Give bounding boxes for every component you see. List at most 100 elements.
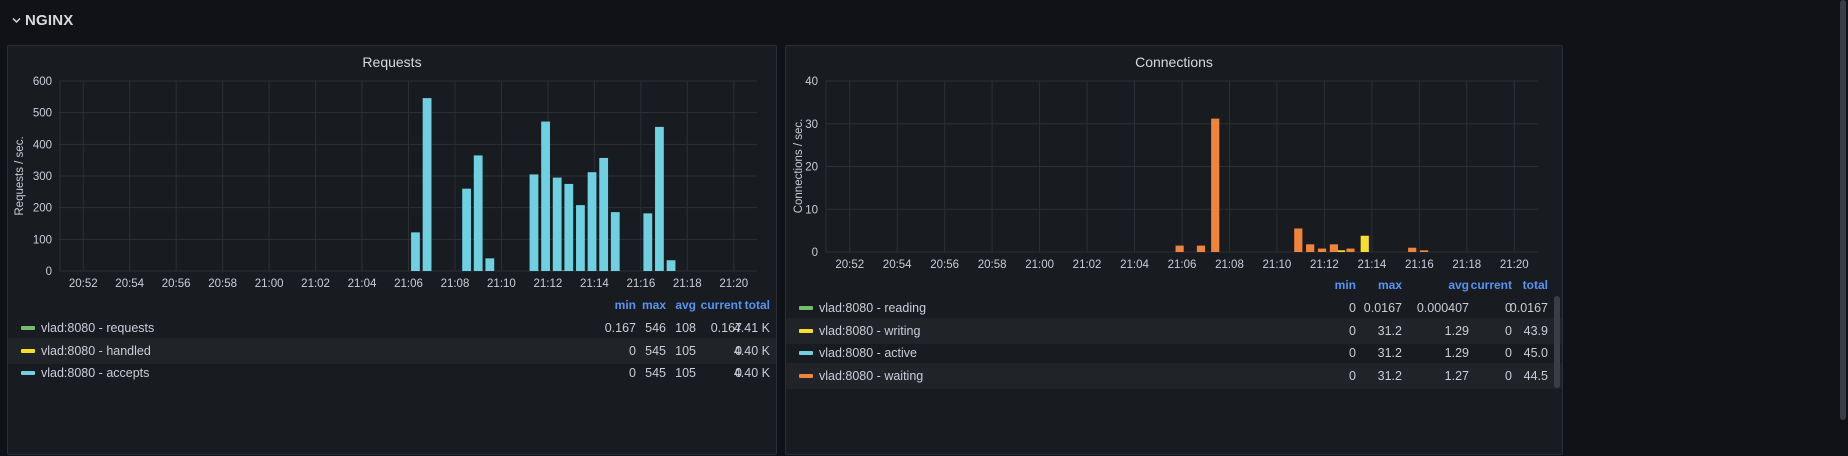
legend-header-total[interactable]: total: [1508, 275, 1548, 295]
y-tick-label: 300: [33, 171, 52, 183]
connections-chart: 0 10 20 30 40 20:52 20:54 20:56 20:58 21:00 21:02 2…: [793, 76, 1538, 271]
legend-color-swatch[interactable]: [21, 326, 35, 330]
bar-vlad-8080-waiting[interactable]: [1196, 245, 1206, 252]
bar-vlad-8080-waiting[interactable]: [1419, 250, 1429, 252]
bar-vlad-8080-accepts[interactable]: [655, 126, 664, 272]
row-header-nginx[interactable]: NGINX: [0, 0, 1848, 40]
bar-vlad-8080-accepts[interactable]: [473, 155, 483, 271]
y-tick-label: 40: [805, 76, 818, 88]
x-tick-label: 20:56: [930, 259, 959, 271]
x-tick-label: 21:20: [1500, 259, 1529, 271]
legend-header: min max avg current total: [8, 295, 776, 315]
legend-color-swatch[interactable]: [799, 373, 813, 378]
legend-row[interactable]: vlad:8080 - waiting 0 31.2 1.27 0 44.5: [786, 362, 1562, 389]
bar-vlad-8080-accepts[interactable]: [462, 188, 471, 271]
page-scrollbar[interactable]: [1840, 0, 1846, 420]
x-tick-label: 20:54: [883, 259, 912, 271]
bar-vlad-8080-waiting[interactable]: [1329, 244, 1338, 252]
y-tick-label: 400: [33, 139, 52, 151]
x-tick-label: 21:08: [1215, 259, 1244, 271]
x-tick-label: 21:02: [1073, 259, 1102, 271]
x-tick-label: 21:10: [1263, 259, 1292, 271]
bar-vlad-8080-accepts[interactable]: [643, 213, 653, 271]
bar-vlad-8080-accepts[interactable]: [485, 258, 495, 271]
x-tick-label: 21:06: [1168, 259, 1197, 271]
x-tick-label: 21:14: [1357, 259, 1386, 271]
y-tick-label: 600: [33, 76, 52, 88]
x-tick-label: 21:02: [301, 278, 330, 290]
x-tick-label: 21:18: [673, 278, 702, 290]
requests-legend: min max avg current total vlad:8080 - re…: [8, 295, 776, 385]
legend-color-swatch[interactable]: [799, 351, 813, 355]
bar-vlad-8080-accepts[interactable]: [599, 157, 609, 271]
bar-vlad-8080-waiting[interactable]: [1346, 248, 1355, 252]
y-tick-label: 0: [46, 266, 52, 278]
bar-vlad-8080-accepts[interactable]: [411, 232, 420, 271]
legend-value-total: 44.5: [1523, 368, 1548, 383]
bar-vlad-8080-accepts[interactable]: [564, 183, 574, 271]
bar-vlad-8080-waiting[interactable]: [1317, 248, 1327, 252]
bar-vlad-8080-accepts[interactable]: [610, 212, 620, 271]
chevron-down-icon[interactable]: [9, 17, 23, 24]
x-tick-label: 21:04: [348, 278, 377, 290]
y-axis-label: Connections / sec.: [793, 119, 805, 214]
y-axis-label: Requests / sec.: [14, 136, 26, 215]
y-tick-label: 20: [805, 162, 818, 174]
bar-vlad-8080-waiting[interactable]: [1175, 245, 1184, 252]
x-tick-label: 21:14: [580, 278, 609, 290]
x-tick-label: 20:56: [162, 278, 191, 290]
legend-row[interactable]: vlad:8080 - accepts 0 545 105 0 4.40 K: [8, 360, 776, 386]
legend-color-swatch[interactable]: [799, 306, 813, 310]
legend-series-name[interactable]: vlad:8080 - waiting: [819, 363, 923, 389]
bar-vlad-8080-accepts[interactable]: [576, 205, 585, 271]
legend-color-swatch[interactable]: [21, 348, 35, 353]
bar-vlad-8080-accepts[interactable]: [587, 172, 597, 271]
y-tick-label: 10: [805, 204, 818, 216]
bar-vlad-8080-accepts[interactable]: [541, 121, 550, 272]
connections-legend: min max avg current total vlad:8080 - re…: [786, 275, 1562, 389]
row-title: NGINX: [25, 11, 74, 29]
x-tick-label: 21:00: [1025, 259, 1054, 271]
requests-chart: 0 100 200 300 400 500 600 20:52 20:54 20:56 20:58 2…: [14, 76, 757, 290]
x-tick-label: 21:06: [394, 278, 423, 290]
legend-header-min[interactable]: min: [1316, 275, 1356, 295]
bar-vlad-8080-waiting[interactable]: [1294, 228, 1303, 252]
x-tick-label: 21:20: [719, 278, 748, 290]
x-tick-label: 20:52: [835, 259, 864, 271]
legend-series-name[interactable]: vlad:8080 - accepts: [41, 360, 149, 386]
bar-vlad-8080-accepts[interactable]: [666, 260, 676, 271]
bar-vlad-8080-accepts[interactable]: [552, 177, 562, 271]
y-tick-label: 30: [805, 119, 818, 131]
y-tick-label: 100: [33, 234, 52, 246]
bar-vlad-8080-writing[interactable]: [1336, 250, 1346, 252]
x-tick-label: 21:12: [1310, 259, 1339, 271]
legend-scrollbar[interactable]: [1554, 296, 1560, 388]
bar-vlad-8080-writing[interactable]: [1360, 235, 1369, 252]
x-tick-label: 21:10: [487, 278, 516, 290]
x-tick-label: 21:16: [626, 278, 655, 290]
requests-panel: Requests 0 100 200 300 400 500 600 20:52 20:54 20…: [7, 45, 777, 455]
y-tick-label: 200: [33, 203, 52, 215]
x-tick-label: 21:12: [534, 278, 563, 290]
bar-vlad-8080-waiting[interactable]: [1211, 118, 1220, 253]
legend-header: min max avg current total: [786, 275, 1562, 295]
legend-color-swatch[interactable]: [799, 328, 813, 333]
legend-color-swatch[interactable]: [21, 371, 35, 375]
bar-vlad-8080-accepts[interactable]: [422, 98, 432, 271]
x-tick-label: 21:18: [1452, 259, 1481, 271]
x-tick-label: 21:04: [1120, 259, 1149, 271]
legend-header-max[interactable]: max: [1362, 275, 1402, 295]
bar-vlad-8080-waiting[interactable]: [1408, 247, 1417, 252]
legend-header-total[interactable]: total: [730, 295, 770, 315]
bar-vlad-8080-waiting[interactable]: [1306, 244, 1315, 252]
bar-vlad-8080-accepts[interactable]: [529, 174, 539, 271]
x-tick-label: 20:58: [208, 278, 237, 290]
x-tick-label: 20:52: [69, 278, 98, 290]
legend-header-current[interactable]: current: [1456, 275, 1512, 295]
x-tick-label: 21:08: [441, 278, 470, 290]
x-tick-label: 21:16: [1405, 259, 1434, 271]
legend-value-max: 31.2: [1377, 368, 1402, 383]
x-tick-label: 20:58: [978, 259, 1007, 271]
y-tick-label: 0: [812, 247, 818, 259]
legend-value-total: 4.40 K: [733, 366, 770, 380]
